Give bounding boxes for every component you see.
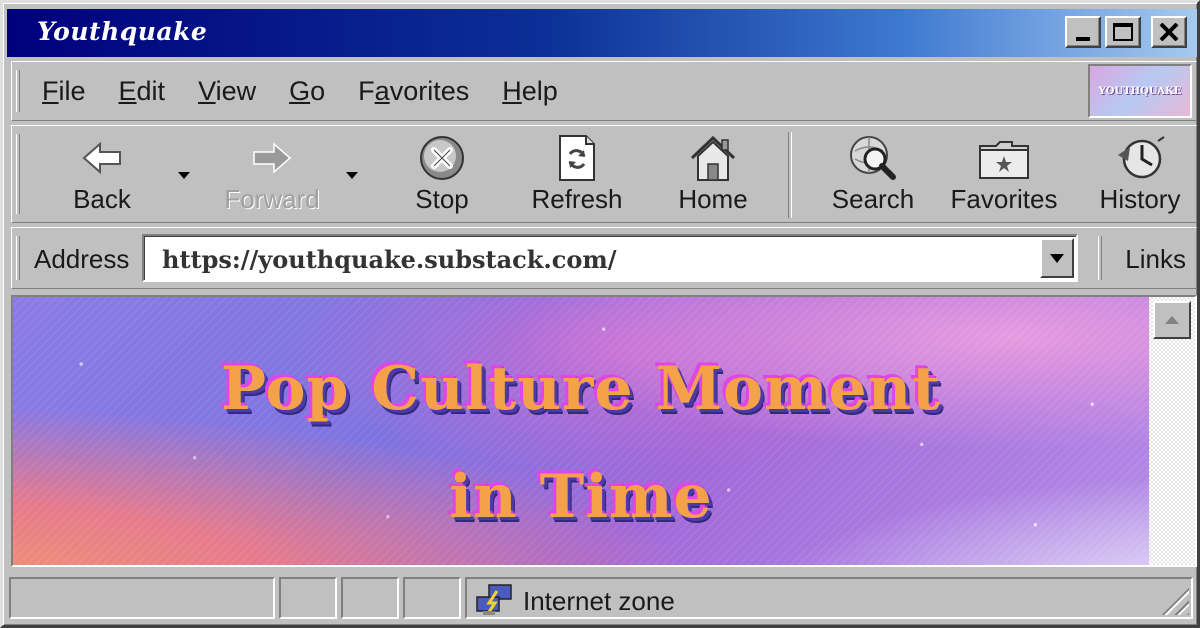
banner-line-2: in Time xyxy=(449,462,713,532)
menu-file-label: ile xyxy=(58,76,86,106)
minimize-button[interactable] xyxy=(1065,16,1101,48)
search-label: Search xyxy=(831,184,915,214)
stop-button[interactable]: Stop xyxy=(402,132,482,218)
menu-edit-accel: E xyxy=(118,76,137,106)
addressbar-grip[interactable] xyxy=(16,236,20,280)
menu-go[interactable]: Go xyxy=(289,76,325,107)
refresh-button[interactable]: Refresh xyxy=(522,132,632,218)
links-grip[interactable] xyxy=(1098,236,1102,280)
maximize-button[interactable] xyxy=(1105,16,1141,48)
window-title: Youthquake xyxy=(37,17,208,46)
status-message-panel xyxy=(9,577,275,619)
header-banner: Pop Culture Moment in Time xyxy=(13,297,1149,565)
home-icon xyxy=(688,132,738,184)
menu-view-label: iew xyxy=(215,76,257,106)
address-input[interactable]: https://youthquake.substack.com/ xyxy=(142,234,1078,282)
back-dropdown-icon[interactable] xyxy=(178,172,190,179)
minimize-icon xyxy=(1076,37,1090,41)
stop-label: Stop xyxy=(415,184,469,214)
history-clock-icon xyxy=(1114,132,1166,184)
menu-favorites-pre: F xyxy=(358,76,375,106)
address-bar: Address https://youthquake.substack.com/… xyxy=(11,227,1197,289)
back-label: Back xyxy=(73,184,131,214)
stop-icon xyxy=(418,132,466,184)
home-label: Home xyxy=(678,184,748,214)
menu-edit-label: dit xyxy=(136,76,166,106)
menubar-grip[interactable] xyxy=(16,70,20,112)
toolbar-grip[interactable] xyxy=(16,134,20,214)
menu-favorites-label: vorites xyxy=(389,76,470,106)
menu-file[interactable]: File xyxy=(42,76,86,107)
home-button[interactable]: Home xyxy=(668,132,758,218)
internet-zone-icon xyxy=(475,583,515,622)
status-zone-text: Internet zone xyxy=(523,586,675,616)
back-arrow-icon xyxy=(80,132,124,184)
status-zone-panel: Internet zone xyxy=(465,577,1193,619)
resize-grip[interactable] xyxy=(1159,585,1189,615)
scroll-up-button[interactable] xyxy=(1153,301,1191,339)
status-panel-progress xyxy=(279,577,337,619)
forward-dropdown-icon[interactable] xyxy=(346,172,358,179)
status-panel-security xyxy=(403,577,461,619)
close-icon xyxy=(1159,23,1179,41)
address-label: Address xyxy=(34,244,130,274)
banner-line-1: Pop Culture Moment xyxy=(221,354,941,424)
brand-throbber: YOUTHQUAKE xyxy=(1088,64,1192,118)
page-viewport[interactable]: Pop Culture Moment in Time xyxy=(11,295,1197,567)
refresh-icon xyxy=(556,132,598,184)
menu-items: File Edit View Go Favorites Help xyxy=(42,76,558,107)
forward-arrow-icon xyxy=(250,132,294,184)
menu-help-accel: H xyxy=(502,76,522,106)
menu-go-accel: G xyxy=(289,76,311,106)
vertical-scrollbar[interactable] xyxy=(1149,297,1195,565)
history-button[interactable]: History xyxy=(1092,132,1188,218)
favorites-button[interactable]: Favorites xyxy=(944,132,1064,218)
banner-headline: Pop Culture Moment in Time xyxy=(13,335,1149,551)
search-icon xyxy=(847,132,899,184)
menu-edit[interactable]: Edit xyxy=(119,76,166,107)
status-bar: Internet zone xyxy=(7,571,1197,625)
status-panel-offline xyxy=(341,577,399,619)
back-button[interactable]: Back xyxy=(62,132,142,218)
address-dropdown-button[interactable] xyxy=(1040,238,1074,278)
menu-favorites-accel: a xyxy=(374,76,390,106)
refresh-label: Refresh xyxy=(531,184,623,214)
menu-help[interactable]: Help xyxy=(502,76,558,107)
maximize-icon xyxy=(1113,23,1133,41)
favorites-folder-icon xyxy=(978,132,1030,184)
menu-bar: File Edit View Go Favorites Help YOUTHQU… xyxy=(11,61,1197,121)
menu-go-label: o xyxy=(310,76,326,106)
menu-file-accel: F xyxy=(42,76,59,106)
browser-window: Youthquake File Edit View Go Favorites H… xyxy=(0,0,1200,628)
forward-label: Forward xyxy=(224,184,320,214)
title-bar[interactable]: Youthquake xyxy=(7,9,1197,57)
menu-view[interactable]: View xyxy=(198,76,256,107)
close-button[interactable] xyxy=(1151,16,1187,48)
favorites-label: Favorites xyxy=(950,184,1058,214)
toolbar-separator xyxy=(788,132,792,218)
links-button[interactable]: Links xyxy=(1125,244,1186,275)
throbber-text: YOUTHQUAKE xyxy=(1098,85,1182,97)
menu-favorites[interactable]: Favorites xyxy=(358,76,469,107)
menu-help-label: elp xyxy=(521,76,558,106)
menu-view-accel: V xyxy=(198,76,216,106)
standard-toolbar: Back Forward Stop Refresh Home Search Fa… xyxy=(11,125,1197,223)
history-label: History xyxy=(1099,184,1181,214)
address-url[interactable]: https://youthquake.substack.com/ xyxy=(162,245,617,274)
search-button[interactable]: Search xyxy=(818,132,928,218)
window-controls xyxy=(1065,16,1187,48)
forward-button[interactable]: Forward xyxy=(222,132,322,218)
